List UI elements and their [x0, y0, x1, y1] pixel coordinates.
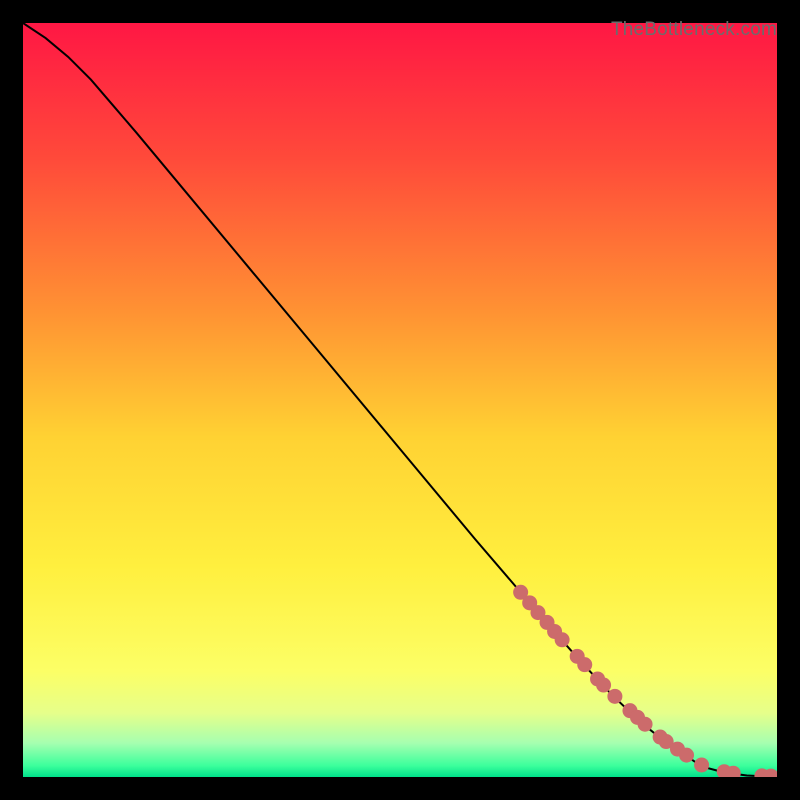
- data-marker: [607, 689, 622, 704]
- data-marker: [596, 678, 611, 693]
- data-marker: [679, 748, 694, 763]
- data-marker: [638, 717, 653, 732]
- chart-frame: TheBottleneck.com: [0, 0, 800, 800]
- gradient-background: [23, 23, 777, 777]
- data-marker: [555, 632, 570, 647]
- data-marker: [694, 757, 709, 772]
- data-marker: [577, 657, 592, 672]
- watermark-text: TheBottleneck.com: [611, 19, 777, 41]
- plot-area: TheBottleneck.com: [23, 23, 777, 777]
- chart-svg: [23, 23, 777, 777]
